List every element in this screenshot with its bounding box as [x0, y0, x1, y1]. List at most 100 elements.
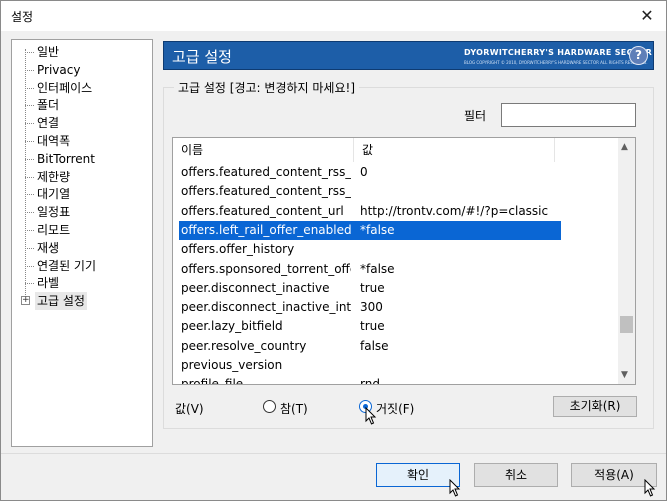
list-item[interactable]: peer.disconnect_inactive true — [173, 279, 555, 298]
list-item[interactable]: offers.featured_content_url http://trontv… — [173, 202, 555, 221]
scroll-down-icon[interactable]: ▼ — [621, 370, 628, 380]
tree-connector — [25, 265, 34, 267]
tree-item[interactable]: Privacy — [12, 61, 152, 79]
list-item[interactable]: peer.resolve_country false — [173, 337, 555, 356]
filter-label: 필터 — [464, 109, 487, 123]
setting-name: previous_version — [181, 358, 283, 372]
setting-name: profile_file — [181, 377, 244, 385]
tree-item-label: 재생 — [37, 240, 60, 255]
tree-item[interactable]: 라벨 — [12, 274, 152, 292]
tree-item-label: 일반 — [37, 45, 60, 59]
tree-item-label: 연결된 기기 — [37, 258, 97, 273]
tree-connector — [25, 283, 34, 285]
mouse-cursor-icon — [449, 479, 461, 497]
tree-connector — [25, 87, 34, 89]
setting-value: 0 — [360, 165, 368, 179]
list-item[interactable]: peer.lazy_bitfield true — [173, 317, 555, 336]
setting-name: offers.offer_history — [181, 242, 295, 257]
radio-true-circle[interactable] — [263, 400, 276, 413]
scroll-thumb[interactable] — [620, 316, 633, 333]
radio-true-label: 참(T) — [280, 402, 308, 416]
tree-connector — [25, 69, 34, 71]
tree-item[interactable]: BitTorrent — [12, 150, 152, 168]
tree-connector — [25, 105, 34, 107]
list-item[interactable]: peer.disconnect_inactive_inter... 300 — [173, 298, 555, 317]
tree-connector — [25, 230, 34, 231]
tree-connector — [25, 194, 34, 196]
list-item[interactable]: offers.featured_content_rss_url — [173, 182, 555, 201]
close-icon[interactable]: ✕ — [636, 5, 658, 27]
dialog-footer — [1, 453, 666, 500]
column-header-value[interactable]: 값 — [354, 138, 555, 162]
tree-item[interactable]: + 고급 설정 — [12, 292, 152, 311]
tree-item[interactable]: 제한량 — [12, 168, 152, 186]
list-item[interactable]: offers.left_rail_offer_enabled *false — [179, 220, 561, 240]
column-header-name[interactable]: 이름 — [173, 138, 354, 162]
list-item[interactable]: profile_file rnd — [173, 375, 555, 385]
tree-item-label: 인터페이스 — [37, 80, 93, 95]
tree-item-label: Privacy — [37, 62, 81, 77]
list-item[interactable]: offers.offer_history — [173, 240, 555, 259]
tree-item-label: 연결 — [37, 116, 60, 131]
tree-connector — [25, 176, 34, 178]
list-scrollbar[interactable]: ▲ ▼ — [618, 138, 635, 384]
tree-connector — [25, 123, 34, 125]
banner-brand: DYORWITCHERRY'S HARDWARE SECTOR — [464, 48, 653, 57]
value-label: 값(V) — [175, 402, 204, 416]
cancel-button[interactable]: 취소 — [474, 463, 558, 487]
banner-copyright: BLOG COPYRIGHT © 2010, DYORWITCHERRY'S H… — [464, 60, 648, 65]
tree-connector — [25, 141, 34, 142]
group-legend: 고급 설정 [경고: 변경하지 마세요!] — [174, 79, 359, 96]
tree-item-label: 일정표 — [37, 205, 71, 220]
list-item[interactable]: offers.sponsored_torrent_offer... *false — [173, 260, 555, 279]
setting-value: false — [360, 338, 389, 353]
window-title: 설정 — [11, 10, 34, 24]
setting-value: 300 — [360, 300, 383, 315]
tree-item[interactable]: 일반 — [12, 43, 152, 61]
tree-item[interactable]: 재생 — [12, 239, 152, 257]
mouse-cursor-icon — [644, 479, 656, 497]
tree-connector — [25, 158, 34, 160]
reset-button[interactable]: 초기화(R) — [553, 396, 637, 417]
filter-input[interactable] — [501, 103, 636, 127]
tree-item-label: 라벨 — [37, 276, 60, 291]
tree-item-label: 제한량 — [37, 169, 71, 184]
setting-value: *false — [360, 222, 395, 237]
settings-list[interactable]: 이름 값 ▲ ▼ offers.featured_content_rss_up.… — [172, 137, 636, 385]
tree-item[interactable]: 연결된 기기 — [12, 257, 152, 275]
tree-item-label: 고급 설정 — [35, 292, 87, 311]
tree-connector — [25, 212, 34, 214]
help-icon[interactable]: ? — [629, 46, 648, 65]
section-banner: 고급 설정 DYORWITCHERRY'S HARDWARE SECTOR BL… — [163, 41, 654, 70]
title-bar: 설정 ✕ — [1, 1, 666, 31]
list-header: 이름 값 — [173, 138, 619, 162]
setting-name: offers.left_rail_offer_enabled — [181, 222, 351, 237]
radio-false-label: 거짓(F) — [376, 402, 415, 416]
setting-name: peer.disconnect_inactive_inter... — [181, 300, 351, 315]
expand-icon[interactable]: + — [21, 296, 30, 306]
setting-name: offers.featured_content_rss_url — [181, 184, 351, 199]
tree-item[interactable]: 일정표 — [12, 203, 152, 221]
tree-item-label: 폴더 — [37, 98, 60, 113]
setting-name: peer.lazy_bitfield — [181, 319, 283, 334]
setting-name: offers.sponsored_torrent_offer... — [181, 261, 351, 276]
tree-item[interactable]: 연결 — [12, 114, 152, 132]
tree-item-label: 리모트 — [37, 223, 71, 237]
tree-item[interactable]: 대역폭 — [12, 132, 152, 150]
scroll-up-icon[interactable]: ▲ — [621, 142, 628, 152]
settings-tree[interactable]: 일반 Privacy 인터페이스폴더연결 대역폭 BitTorrent 제한량대기열일정표… — [11, 39, 153, 447]
list-item[interactable]: previous_version — [173, 356, 555, 375]
tree-item[interactable]: 대기열 — [12, 185, 152, 203]
tree-item[interactable]: 리모트 — [12, 221, 152, 239]
tree-connector — [25, 247, 34, 249]
setting-name: peer.resolve_country — [181, 338, 307, 353]
ok-button[interactable]: 확인 — [376, 463, 460, 487]
tree-item-label: 대기열 — [37, 187, 71, 202]
list-item[interactable]: offers.featured_content_rss_up... 0 — [173, 163, 555, 182]
setting-value: true — [360, 280, 385, 295]
tree-item[interactable]: 폴더 — [12, 96, 152, 114]
tree-item[interactable]: 인터페이스 — [12, 79, 152, 97]
setting-value: rnd — [360, 377, 380, 385]
setting-value: http://trontv.com/#!/?p=classic — [360, 203, 549, 218]
setting-name: peer.disconnect_inactive — [181, 280, 330, 295]
